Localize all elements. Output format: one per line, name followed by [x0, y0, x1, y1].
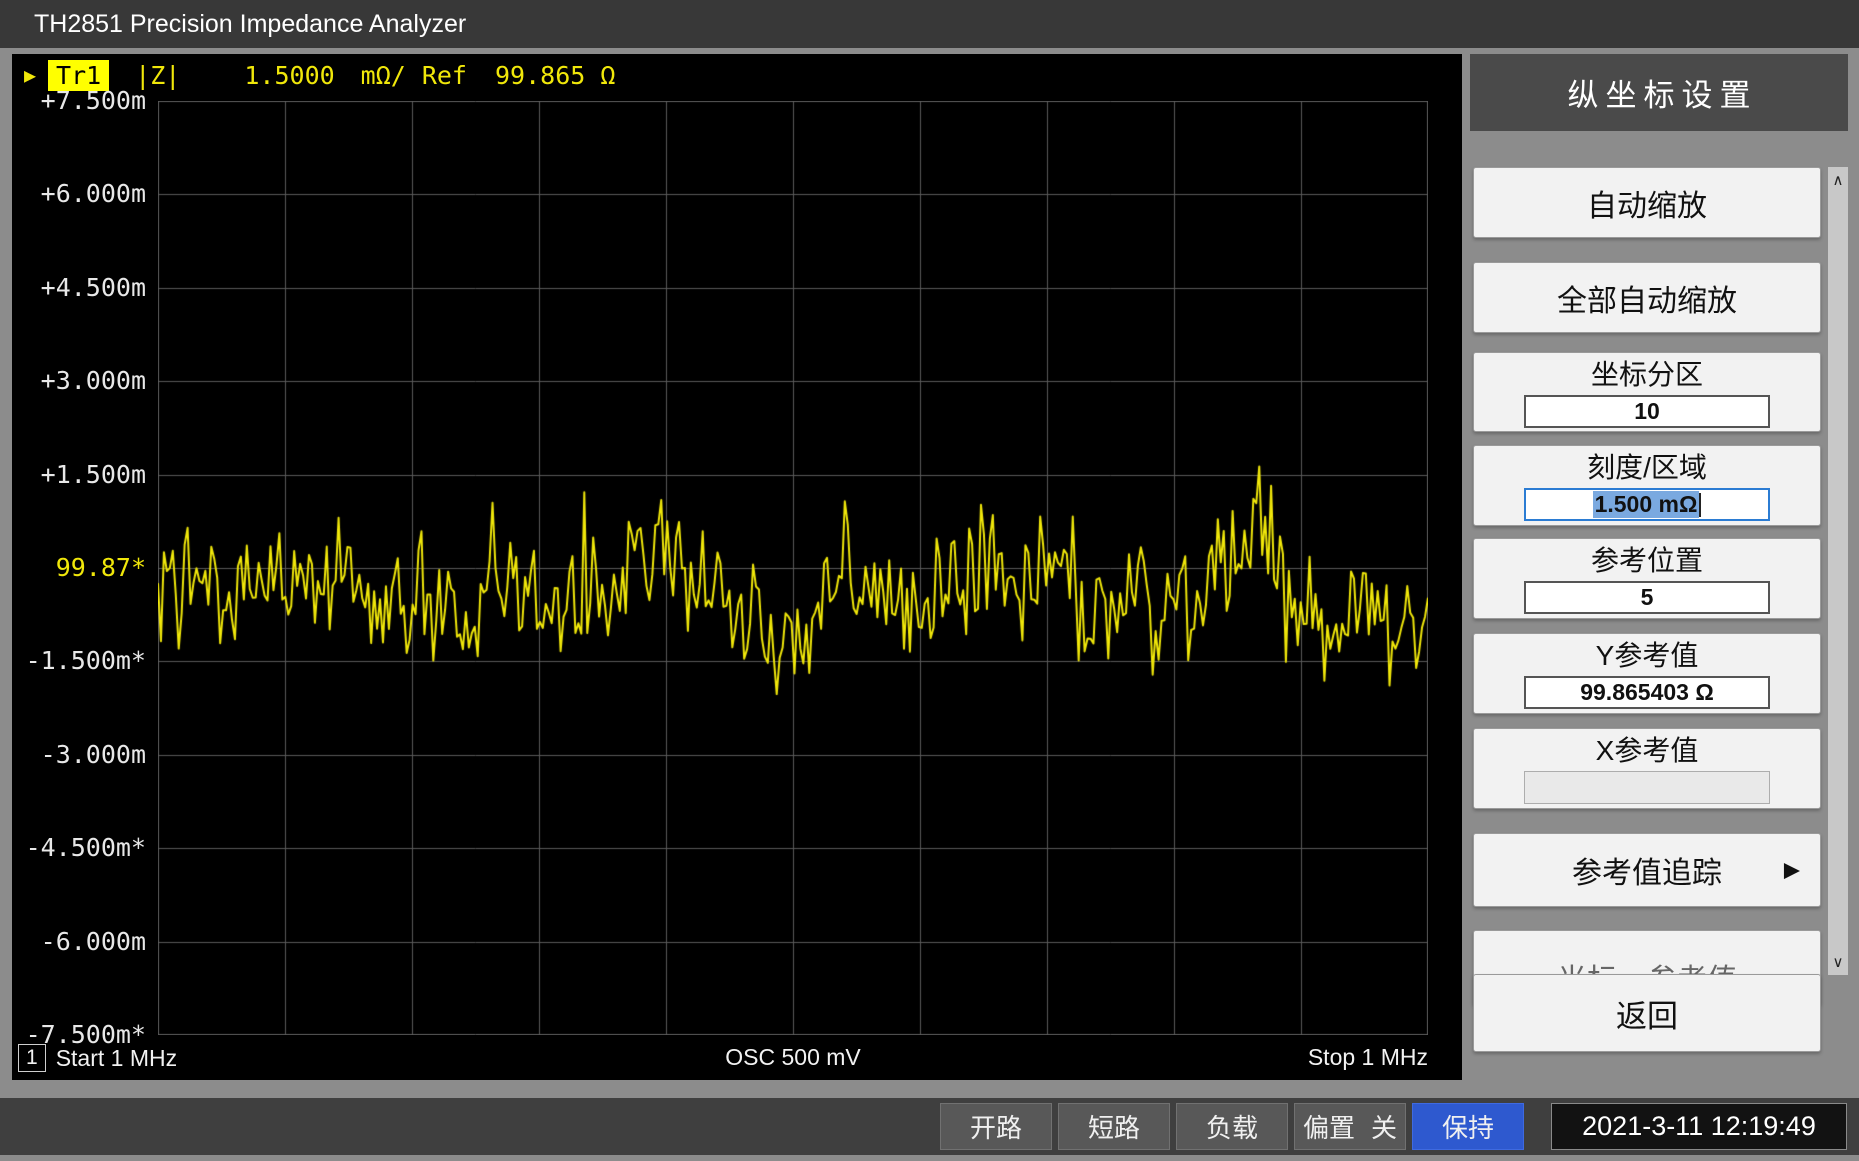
- side-panel: 纵坐标设置 ∧ ∨ 自动缩放 全部自动缩放 坐标分区 10 刻度/区域 1.50…: [1470, 54, 1848, 1056]
- y-axis-label: +1.500m: [12, 460, 146, 490]
- y-axis-label: -1.500m*: [12, 646, 146, 676]
- back-button[interactable]: 返回: [1473, 974, 1821, 1052]
- trace-ref-label: Ref: [422, 61, 467, 90]
- stop-frequency-label: Stop 1 MHz: [1308, 1044, 1428, 1071]
- text-cursor: [1699, 493, 1701, 517]
- reference-tracking-button[interactable]: 参考值追踪 ▶: [1473, 833, 1821, 907]
- scroll-up-icon[interactable]: ∧: [1828, 167, 1848, 193]
- open-correction-button[interactable]: 开路: [940, 1103, 1052, 1150]
- y-axis-label: -3.000m: [12, 740, 146, 770]
- channel-indicator: 1: [18, 1044, 46, 1072]
- scale-per-division-value: 1.500 mΩ: [1593, 491, 1700, 518]
- x-reference-group[interactable]: X参考值: [1473, 728, 1821, 809]
- bias-button[interactable]: 偏置 关: [1294, 1103, 1406, 1150]
- divisions-label: 坐标分区: [1474, 359, 1820, 391]
- x-reference-input[interactable]: [1524, 771, 1770, 804]
- osc-level-label: OSC 500 mV: [158, 1044, 1428, 1071]
- plot-canvas: [158, 101, 1428, 1035]
- submenu-arrow-icon: ▶: [1784, 858, 1800, 883]
- y-axis-label: +4.500m: [12, 273, 146, 303]
- y-axis-label: -4.500m*: [12, 833, 146, 863]
- clock: 2021-3-11 12:19:49: [1551, 1103, 1847, 1150]
- scale-per-division-label: 刻度/区域: [1474, 452, 1820, 484]
- short-correction-button[interactable]: 短路: [1058, 1103, 1170, 1150]
- y-axis-label: -6.000m: [12, 927, 146, 957]
- reference-tracking-label: 参考值追踪: [1572, 848, 1722, 892]
- reference-position-input[interactable]: 5: [1524, 581, 1770, 614]
- divisions-value: 10: [1634, 398, 1660, 425]
- divisions-group[interactable]: 坐标分区 10: [1473, 352, 1821, 432]
- y-axis-label: +3.000m: [12, 366, 146, 396]
- active-trace-marker-icon: ▶: [24, 63, 36, 87]
- y-axis-label: +7.500m: [12, 86, 146, 116]
- y-axis-labels: +7.500m+6.000m+4.500m+3.000m+1.500m99.87…: [12, 101, 152, 1035]
- side-panel-title: 纵坐标设置: [1470, 54, 1848, 131]
- y-reference-input[interactable]: 99.865403 Ω: [1524, 676, 1770, 709]
- plot-panel: ▶ Tr1 |Z| 1.5000 mΩ/ Ref 99.865 Ω +7.500…: [12, 54, 1462, 1080]
- auto-scale-button[interactable]: 自动缩放: [1473, 167, 1821, 238]
- bias-label: 偏置: [1303, 1108, 1355, 1145]
- y-reference-group[interactable]: Y参考值 99.865403 Ω: [1473, 633, 1821, 714]
- x-reference-label: X参考值: [1474, 735, 1820, 767]
- divisions-input[interactable]: 10: [1524, 395, 1770, 428]
- scale-per-division-group[interactable]: 刻度/区域 1.500 mΩ: [1473, 445, 1821, 526]
- y-axis-label: 99.87*: [12, 553, 146, 583]
- y-reference-label: Y参考值: [1474, 640, 1820, 672]
- plot-footer: 1 Start 1 MHz OSC 500 mV Stop 1 MHz: [12, 1042, 1462, 1074]
- bias-state: 关: [1371, 1108, 1397, 1145]
- y-axis-label: +6.000m: [12, 179, 146, 209]
- status-bar: 开路 短路 负载 偏置 关 保持 2021-3-11 12:19:49: [0, 1098, 1859, 1155]
- sweep-start: 1 Start 1 MHz: [18, 1044, 177, 1072]
- window-title: TH2851 Precision Impedance Analyzer: [34, 10, 466, 39]
- trace-scale-unit: mΩ/: [361, 61, 406, 90]
- reference-position-value: 5: [1641, 584, 1654, 611]
- reference-position-label: 参考位置: [1474, 545, 1820, 577]
- load-correction-button[interactable]: 负载: [1176, 1103, 1288, 1150]
- trace-ref-value: 99.865 Ω: [495, 61, 615, 90]
- sidebar-scrollbar[interactable]: ∧ ∨: [1828, 167, 1848, 975]
- title-bar: TH2851 Precision Impedance Analyzer: [0, 0, 1859, 48]
- scroll-down-icon[interactable]: ∨: [1828, 949, 1848, 975]
- trace-scale-value: 1.5000: [244, 61, 334, 90]
- grid-area: [158, 101, 1428, 1035]
- scale-per-division-input[interactable]: 1.500 mΩ: [1524, 488, 1770, 521]
- auto-scale-all-button[interactable]: 全部自动缩放: [1473, 262, 1821, 333]
- y-reference-value: 99.865403 Ω: [1580, 679, 1714, 706]
- reference-position-group[interactable]: 参考位置 5: [1473, 538, 1821, 619]
- hold-button[interactable]: 保持: [1412, 1103, 1524, 1150]
